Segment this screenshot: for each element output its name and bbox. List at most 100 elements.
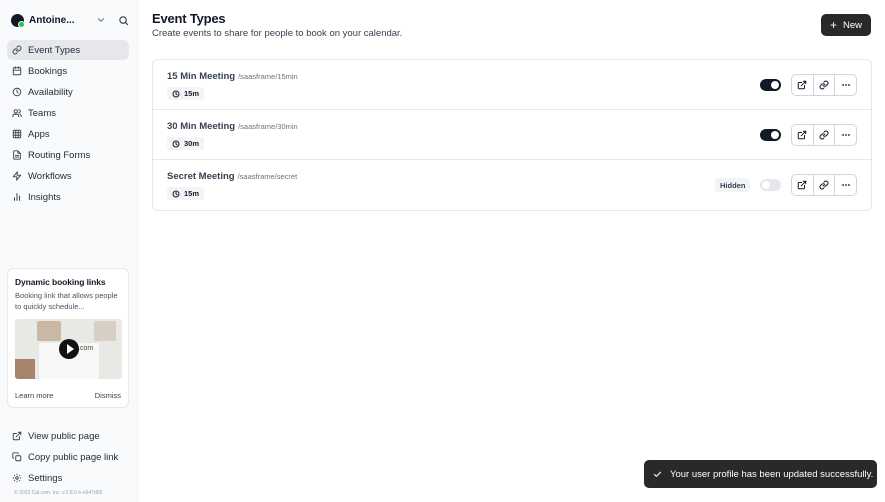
link-icon [819, 130, 829, 140]
event-title: 15 Min Meeting/saasframe/15min [167, 71, 298, 82]
duration-label: 30m [184, 139, 200, 148]
file-text-icon [13, 150, 21, 160]
event-types-list: 15 Min Meeting/saasframe/15min 15m 30 Mi… [152, 59, 872, 211]
hide-from-profile-toggle[interactable] [760, 129, 781, 141]
event-actions [791, 174, 857, 196]
sidebar-item-apps[interactable]: Apps [7, 124, 129, 144]
preview-button[interactable] [792, 125, 814, 145]
promo-links: Learn more Dismiss [15, 391, 121, 400]
link-icon [819, 180, 829, 190]
clock-icon [12, 87, 22, 97]
success-toast: Your user profile has been updated succe… [644, 460, 877, 488]
zap-icon [12, 171, 22, 181]
plus-icon: + [829, 18, 837, 32]
copy-link-button[interactable] [814, 75, 836, 95]
check-icon [653, 471, 662, 477]
link-icon [819, 80, 829, 90]
sidebar-item-event-types[interactable]: Event Types [7, 40, 129, 60]
video-person [94, 321, 116, 341]
learn-more-link[interactable]: Learn more [15, 391, 53, 400]
copy-link-button[interactable] [814, 175, 836, 195]
sidebar-item-availability[interactable]: Availability [7, 82, 129, 102]
play-icon[interactable] [59, 339, 79, 359]
sidebar-item-insights[interactable]: Insights [7, 187, 129, 207]
external-link-icon [798, 180, 807, 190]
sidebar-item-workflows[interactable]: Workflows [7, 166, 129, 186]
settings-link[interactable]: Settings [7, 468, 129, 488]
event-type-row[interactable]: Secret Meeting/saasframe/secret 15m Hidd… [153, 160, 871, 210]
search-icon[interactable] [118, 15, 129, 26]
video-person [15, 359, 35, 379]
page-title: Event Types [152, 11, 226, 26]
more-options-button[interactable] [835, 175, 856, 195]
promo-description: Booking link that allows people to quick… [15, 291, 118, 311]
copy-icon [12, 452, 22, 462]
clock-icon [172, 190, 180, 197]
sidebar-nav: Event Types Bookings Availability Teams … [7, 40, 129, 208]
event-title: 30 Min Meeting/saasframe/30min [167, 121, 298, 132]
sidebar-item-label: Bookings [28, 65, 68, 77]
event-type-row[interactable]: 30 Min Meeting/saasframe/30min 30m [153, 110, 871, 160]
more-horizontal-icon [841, 84, 850, 86]
sidebar-item-routing-forms[interactable]: Routing Forms [7, 145, 129, 165]
bar-chart-icon [14, 193, 20, 201]
external-link-icon [12, 431, 22, 441]
sidebar-item-label: Availability [28, 86, 73, 98]
more-options-button[interactable] [835, 75, 856, 95]
promo-card: Dynamic booking links Booking link that … [7, 268, 129, 408]
sidebar-item-label: Settings [28, 472, 63, 484]
sidebar-item-label: Teams [28, 107, 56, 119]
user-name: Antoine... [29, 14, 75, 26]
event-title-text: Secret Meeting [167, 171, 235, 182]
duration-label: 15m [184, 89, 200, 98]
event-slug: /saasframe/30min [238, 122, 298, 131]
promo-video-thumbnail[interactable]: .com [15, 319, 122, 379]
sidebar-item-label: Routing Forms [28, 149, 91, 161]
sidebar-item-label: Event Types [28, 44, 81, 56]
duration-badge: 15m [167, 87, 205, 100]
more-horizontal-icon [841, 134, 850, 136]
sidebar-item-label: Apps [28, 128, 50, 140]
copy-public-page-link[interactable]: Copy public page link [7, 447, 129, 467]
more-options-button[interactable] [835, 125, 856, 145]
video-text: .com [78, 345, 94, 352]
sidebar-bottom-nav: View public page Copy public page link S… [7, 426, 129, 489]
new-button-label: New [843, 19, 863, 31]
event-actions [791, 74, 857, 96]
hidden-badge: Hidden [715, 178, 751, 192]
sidebar-item-label: Workflows [28, 170, 72, 182]
video-person [37, 321, 61, 341]
user-menu[interactable]: Antoine... [11, 12, 129, 28]
copy-link-button[interactable] [814, 125, 836, 145]
view-public-page-link[interactable]: View public page [7, 426, 129, 446]
event-type-row[interactable]: 15 Min Meeting/saasframe/15min 15m [153, 60, 871, 110]
chevron-down-icon [97, 18, 105, 22]
copyright: © 2023 Cal.com, Inc. v.2.8.0-h-e647d55 [14, 490, 103, 496]
event-slug: /saasframe/15min [238, 72, 298, 81]
grid-icon [12, 129, 22, 139]
calendar-icon [12, 66, 22, 76]
duration-badge: 30m [167, 137, 205, 150]
external-link-icon [798, 80, 807, 90]
sidebar-item-bookings[interactable]: Bookings [7, 61, 129, 81]
clock-icon [172, 90, 180, 97]
sidebar-item-label: Insights [28, 191, 61, 203]
duration-badge: 15m [167, 187, 205, 200]
event-title-text: 30 Min Meeting [167, 121, 236, 132]
preview-button[interactable] [792, 75, 814, 95]
users-icon [12, 109, 22, 118]
hide-from-profile-toggle[interactable] [760, 79, 781, 91]
new-event-type-button[interactable]: + New [821, 14, 871, 36]
event-actions [791, 124, 857, 146]
sidebar-item-teams[interactable]: Teams [7, 103, 129, 123]
dismiss-button[interactable]: Dismiss [95, 391, 121, 400]
preview-button[interactable] [792, 175, 814, 195]
avatar [11, 13, 25, 28]
sidebar-item-label: Copy public page link [28, 451, 119, 463]
event-title-text: 15 Min Meeting [167, 71, 236, 82]
duration-label: 15m [184, 189, 200, 198]
hide-from-profile-toggle[interactable] [760, 179, 781, 191]
link-icon [12, 45, 22, 55]
promo-title: Dynamic booking links [15, 277, 106, 287]
toast-message: Your user profile has been updated succe… [670, 468, 874, 480]
